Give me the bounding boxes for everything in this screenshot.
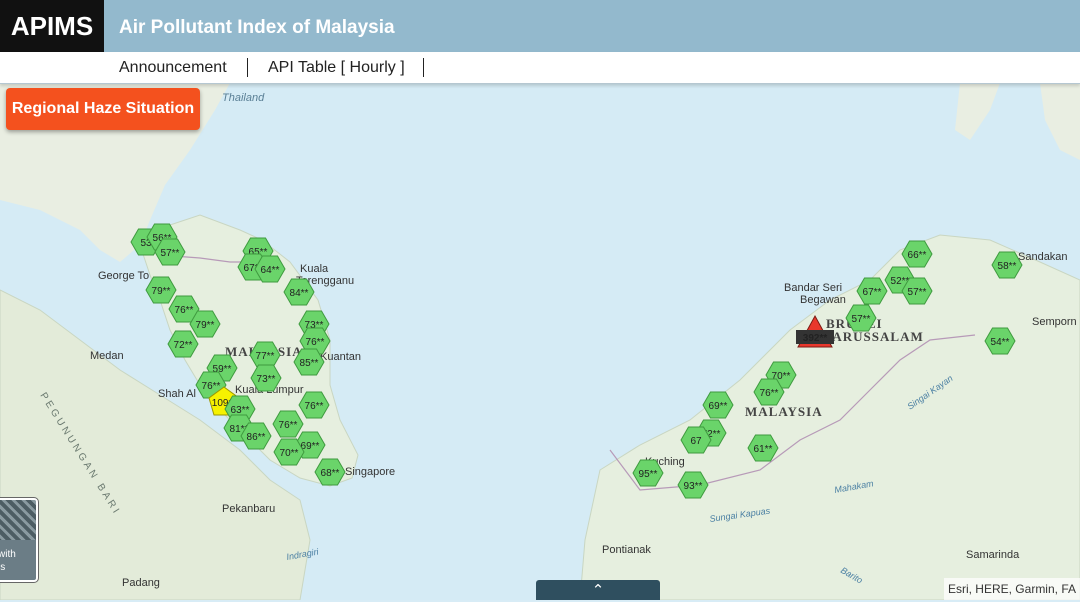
label-semporna: Semporn xyxy=(1032,316,1077,328)
basemap-toggle-label: with ls xyxy=(0,548,16,574)
chevron-up-icon: ⌃ xyxy=(591,582,605,599)
station-api-value: 76** xyxy=(305,401,324,412)
station-api-value: 67** xyxy=(863,287,882,298)
station-api-value: 54** xyxy=(991,337,1010,348)
station-api-value: 61** xyxy=(754,444,773,455)
station-api-value: 85** xyxy=(300,358,319,369)
label-singapore: Singapore xyxy=(345,466,395,478)
apims-logo[interactable]: APIMS xyxy=(0,0,104,52)
label-pekanbaru: Pekanbaru xyxy=(222,503,275,515)
label-pontianak: Pontianak xyxy=(602,544,651,556)
station-api-value: 392** xyxy=(803,333,828,344)
station-api-value: 76** xyxy=(279,420,298,431)
label-sandakan: Sandakan xyxy=(1018,251,1068,263)
station-api-value: 70** xyxy=(280,448,299,459)
basemap-toggle[interactable]: with ls xyxy=(0,498,38,582)
label-george-town: George To xyxy=(98,270,149,282)
label-kuantan: Kuantan xyxy=(320,351,361,363)
station-api-value: 76** xyxy=(306,337,325,348)
page-title: Air Pollutant Index of Malaysia xyxy=(119,17,395,38)
station-api-value: 57** xyxy=(161,248,180,259)
basemap: Thailand George To Kuala Terengganu Meda… xyxy=(0,83,1080,600)
station-api-value: 63** xyxy=(231,405,250,416)
nav-link-api-table[interactable]: API Table [ Hourly ] xyxy=(268,52,405,83)
label-shah-alam: Shah Al xyxy=(158,388,196,400)
station-api-value: 76** xyxy=(175,305,194,316)
basemap-label-line: with xyxy=(0,549,16,560)
station-api-value: 68** xyxy=(321,468,340,479)
station-api-value: 95** xyxy=(639,469,658,480)
station-api-value: 66** xyxy=(908,250,927,261)
station-api-value: 69** xyxy=(709,401,728,412)
station-api-value: 84** xyxy=(290,288,309,299)
label-begawan: Begawan xyxy=(800,294,846,306)
regional-haze-button[interactable]: Regional Haze Situation xyxy=(6,88,200,130)
label-darussalam: DARUSSALAM xyxy=(822,329,924,344)
nav-link-announcement[interactable]: Announcement xyxy=(119,52,227,83)
label-medan: Medan xyxy=(90,350,124,362)
map-attribution: Esri, HERE, Garmin, FA xyxy=(943,578,1080,600)
expand-panel-button[interactable]: ⌃ xyxy=(536,580,660,600)
label-bandar-seri: Bandar Seri xyxy=(784,282,842,294)
nav-bar: Announcement API Table [ Hourly ] xyxy=(0,52,1080,84)
station-api-value: 72** xyxy=(174,340,193,351)
station-api-value: 86** xyxy=(247,432,266,443)
app-header: APIMS Air Pollutant Index of Malaysia xyxy=(0,0,1080,52)
label-thailand: Thailand xyxy=(222,92,265,104)
basemap-thumbnail xyxy=(0,500,36,540)
station-api-value: 64** xyxy=(261,265,280,276)
nav-divider xyxy=(247,58,248,77)
station-api-value: 67 xyxy=(690,436,702,447)
station-api-value: 57** xyxy=(852,314,871,325)
label-samarinda: Samarinda xyxy=(966,549,1020,561)
map-view[interactable]: Thailand George To Kuala Terengganu Meda… xyxy=(0,83,1080,600)
label-malaysia-east: MALAYSIA xyxy=(745,404,823,419)
station-api-value: 79** xyxy=(152,286,171,297)
station-api-value: 79** xyxy=(196,320,215,331)
label-padang: Padang xyxy=(122,577,160,589)
station-api-value: 76** xyxy=(202,381,221,392)
station-api-value: 93** xyxy=(684,481,703,492)
station-api-value: 73** xyxy=(257,374,276,385)
label-kuala: Kuala xyxy=(300,263,329,275)
station-api-value: 77** xyxy=(256,351,275,362)
basemap-label-line: ls xyxy=(0,562,6,573)
station-api-value: 57** xyxy=(908,287,927,298)
station-api-value: 76** xyxy=(760,388,779,399)
station-api-value: 58** xyxy=(998,261,1017,272)
nav-divider xyxy=(423,58,424,77)
